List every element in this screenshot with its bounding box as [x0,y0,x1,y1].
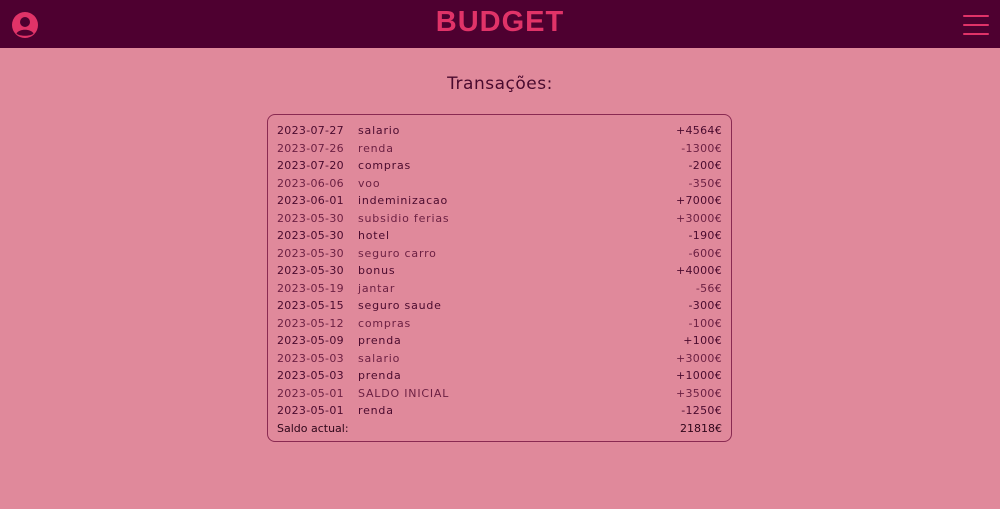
transaction-row: 2023-06-06 voo -350€ [277,177,722,194]
transaction-amount: +1000€ [675,369,722,382]
transaction-amount: -1300€ [681,141,722,155]
transaction-amount: +100€ [683,334,722,347]
transaction-date: 2023-06-06 [277,176,344,190]
transaction-description: compras [358,159,412,172]
transaction-amount: +3000€ [675,351,722,365]
transaction-row: 2023-05-01 renda -1250€ [277,404,722,421]
transaction-date: 2023-07-27 [277,124,344,137]
transaction-amount: +3500€ [675,386,722,400]
transaction-row: 2023-05-09 prenda +100€ [277,334,722,351]
transaction-description: jantar [358,281,396,295]
transaction-amount: +4000€ [675,264,722,277]
transaction-date: 2023-05-12 [277,316,344,330]
transaction-amount: -100€ [688,316,722,330]
transaction-amount: -200€ [688,159,722,172]
transaction-description: hotel [358,229,390,242]
transaction-description: SALDO INICIAL [358,386,450,400]
transaction-row: 2023-06-01 indeminizacao +7000€ [277,194,722,211]
transaction-row: 2023-07-27 salario +4564€ [277,124,722,141]
balance-amount: 21818€ [680,422,722,435]
hamburger-menu-icon[interactable] [963,15,989,35]
transaction-description: bonus [358,264,396,277]
transaction-date: 2023-05-01 [277,404,344,417]
transaction-date: 2023-05-30 [277,229,344,242]
transaction-amount: -190€ [688,229,722,242]
app-title: BUDGET [435,6,565,38]
transaction-date: 2023-07-20 [277,159,344,172]
transaction-date: 2023-05-03 [277,351,344,365]
transaction-description: indeminizacao [358,194,449,207]
transaction-description: seguro saude [358,299,442,312]
transaction-row: 2023-05-30 hotel -190€ [277,229,722,246]
transaction-row: 2023-05-19 jantar -56€ [277,282,722,299]
transaction-row: 2023-05-01 SALDO INICIAL +3500€ [277,387,722,404]
transaction-row: 2023-05-30 subsidio ferias +3000€ [277,212,722,229]
transaction-description: subsidio ferias [358,211,450,225]
transaction-date: 2023-05-30 [277,246,344,260]
transaction-description: renda [358,141,394,155]
transaction-description: prenda [358,334,402,347]
transaction-description: salario [358,124,401,137]
transaction-amount: -1250€ [681,404,722,417]
transaction-date: 2023-05-30 [277,264,344,277]
transaction-description: prenda [358,369,402,382]
transaction-row: 2023-05-15 seguro saude -300€ [277,299,722,316]
transaction-row: 2023-05-03 prenda +1000€ [277,369,722,386]
transaction-amount: +3000€ [675,211,722,225]
transaction-amount: +4564€ [675,124,722,137]
transaction-amount: +7000€ [675,194,722,207]
transaction-amount: -56€ [695,281,722,295]
transactions-list: 2023-07-27 salario +4564€ 2023-07-26 ren… [267,114,732,442]
transactions-heading: Transações: [447,74,553,94]
transaction-date: 2023-05-09 [277,334,344,347]
transaction-description: renda [358,404,394,417]
transaction-row: 2023-05-30 bonus +4000€ [277,264,722,281]
transaction-date: 2023-05-30 [277,211,344,225]
balance-label: Saldo actual: [277,422,349,435]
transaction-row: 2023-05-03 salario +3000€ [277,352,722,369]
transaction-row: 2023-07-20 compras -200€ [277,159,722,176]
transaction-date: 2023-05-15 [277,299,344,312]
transaction-date: 2023-05-03 [277,369,344,382]
transaction-date: 2023-07-26 [277,141,344,155]
transaction-description: compras [358,316,412,330]
transaction-row: 2023-05-30 seguro carro -600€ [277,247,722,264]
transaction-amount: -300€ [688,299,722,312]
transaction-date: 2023-06-01 [277,194,344,207]
transaction-description: seguro carro [358,246,437,260]
transaction-row: 2023-05-12 compras -100€ [277,317,722,334]
transaction-description: salario [358,351,401,365]
transaction-date: 2023-05-01 [277,386,344,400]
transaction-description: voo [358,176,381,190]
balance-row: Saldo actual: 21818€ [277,422,722,439]
top-bar: BUDGET [0,0,1000,50]
transaction-amount: -600€ [688,246,722,260]
transaction-row: 2023-07-26 renda -1300€ [277,142,722,159]
transaction-date: 2023-05-19 [277,281,344,295]
transaction-amount: -350€ [688,176,722,190]
